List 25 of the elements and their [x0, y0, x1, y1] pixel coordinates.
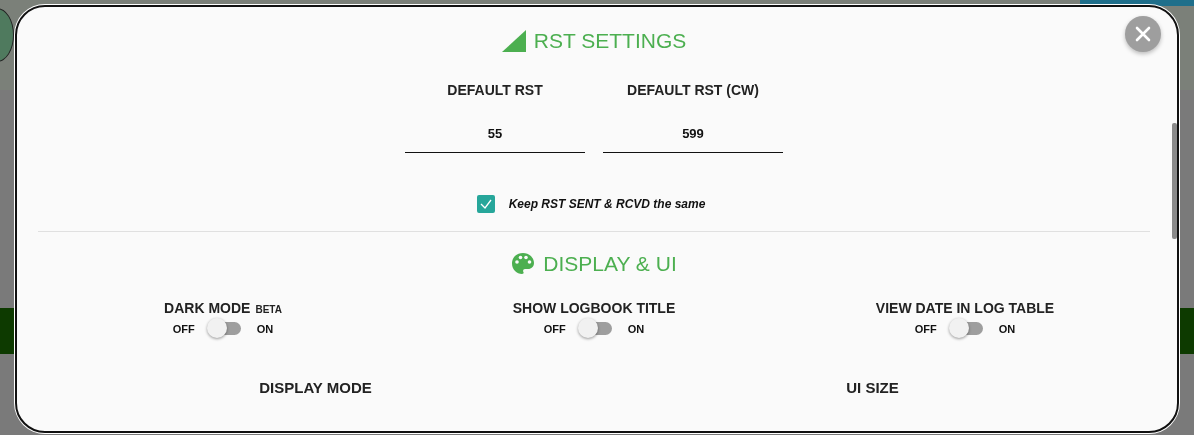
checkbox[interactable]	[476, 195, 495, 213]
off-label: OFF	[543, 322, 566, 335]
field-label: DEFAULT RST (CW)	[627, 82, 759, 98]
subsection-heading: UI SIZE	[846, 379, 899, 396]
setting-label: SHOW LOGBOOK TITLE	[512, 300, 676, 316]
off-label: OFF	[914, 322, 937, 335]
palette-icon	[511, 252, 536, 276]
on-label: ON	[256, 322, 274, 335]
close-button[interactable]	[1125, 16, 1161, 52]
section-title: RST SETTINGS	[533, 29, 687, 53]
on-label: ON	[627, 322, 645, 335]
off-label: OFF	[172, 322, 195, 335]
setting-label: DARK MODE	[164, 300, 251, 316]
beta-label: BETA	[255, 304, 282, 315]
input-field[interactable]: 55	[405, 118, 585, 153]
scrollbar-thumb[interactable]	[1172, 123, 1177, 239]
subsection-heading: DISPLAY MODE	[259, 379, 372, 396]
field-label: DEFAULT RST	[447, 82, 543, 98]
signal-triangle-icon	[501, 30, 526, 52]
close-icon	[1134, 25, 1152, 43]
section-title: DISPLAY & UI	[543, 252, 677, 276]
setting-label: VIEW DATE IN LOG TABLE	[875, 300, 1055, 316]
input-field[interactable]: 599	[603, 118, 783, 153]
on-label: ON	[998, 322, 1016, 335]
checkbox-label: Keep RST SENT & RCVD the same	[508, 197, 706, 211]
